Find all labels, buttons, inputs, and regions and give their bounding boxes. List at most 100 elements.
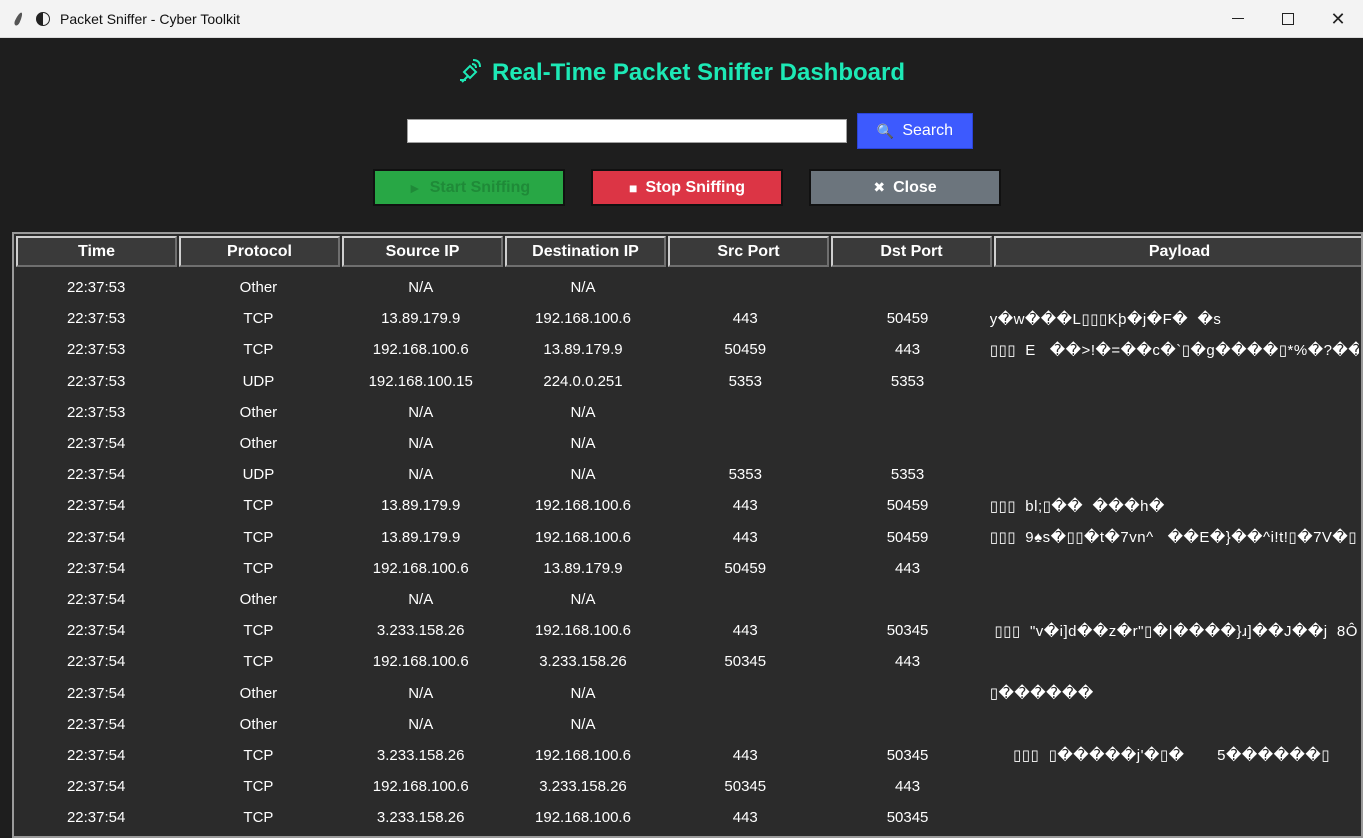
table-row[interactable]: 22:37:54 Other N/A N/A bbox=[16, 428, 1361, 459]
stop-sniffing-button[interactable]: ■ Stop Sniffing bbox=[591, 169, 783, 206]
cell-time: 22:37:54 bbox=[66, 778, 126, 796]
cell-src-port bbox=[665, 272, 825, 303]
table-row[interactable]: 22:37:54 TCP 192.168.100.6 3.233.158.26 5034… bbox=[16, 771, 1361, 802]
column-header-dst-port[interactable]: Dst Port bbox=[831, 236, 992, 267]
column-header-destination-ip[interactable]: Destination IP bbox=[505, 236, 666, 267]
app-shield-icon bbox=[36, 11, 50, 26]
maximize-button[interactable] bbox=[1263, 0, 1313, 37]
cell-source-ip: N/A bbox=[408, 403, 434, 421]
cell-destination-ip: N/A bbox=[570, 403, 596, 421]
cell-src-port: 50459 bbox=[724, 559, 767, 577]
window-title: Packet Sniffer - Cyber Toolkit bbox=[60, 10, 241, 27]
search-input[interactable] bbox=[407, 119, 847, 143]
cell-time: 22:37:54 bbox=[66, 466, 126, 484]
cell-dst-port: 50345 bbox=[886, 809, 929, 827]
cell-src-port bbox=[665, 428, 825, 459]
cell-dst-port bbox=[827, 397, 987, 428]
table-row[interactable]: 22:37:54 TCP 192.168.100.6 13.89.179.9 50459… bbox=[16, 553, 1361, 584]
cell-source-ip: 192.168.100.6 bbox=[372, 559, 469, 577]
packet-table[interactable]: Time Protocol Source IP Destination IP S… bbox=[12, 232, 1363, 838]
cell-dst-port bbox=[827, 709, 987, 740]
cell-dst-port: 443 bbox=[895, 653, 921, 671]
table-row[interactable]: 22:37:54 Other N/A N/A bbox=[16, 584, 1361, 615]
cell-dst-port: 50459 bbox=[886, 528, 929, 546]
table-row[interactable]: 22:37:54 Other N/A N/A bbox=[16, 709, 1361, 740]
payload-text: ▯▯▯ E ��>!�=��c�`▯�g����▯*%�?��9� bbox=[989, 341, 1360, 359]
start-sniffing-button[interactable]: ► Start Sniffing bbox=[373, 169, 565, 206]
cell-time: 22:37:53 bbox=[66, 279, 126, 297]
cell-destination-ip: N/A bbox=[570, 715, 596, 733]
column-header-protocol[interactable]: Protocol bbox=[179, 236, 340, 267]
cell-source-ip: 13.89.179.9 bbox=[381, 497, 461, 515]
table-row[interactable]: 22:37:54 TCP 13.89.179.9 192.168.100.6 443 50… bbox=[16, 490, 1361, 521]
cell-source-ip: N/A bbox=[408, 715, 434, 733]
table-row[interactable]: 22:37:54 TCP 192.168.100.6 3.233.158.26 5034… bbox=[16, 646, 1361, 677]
cell-dst-port: 443 bbox=[895, 341, 921, 359]
cell-dst-port: 50345 bbox=[886, 622, 929, 640]
cell-time: 22:37:53 bbox=[66, 310, 126, 328]
table-row[interactable]: 22:37:53 UDP 192.168.100.15 224.0.0.251 5353… bbox=[16, 366, 1361, 397]
cell-protocol: Other bbox=[239, 715, 278, 733]
table-row[interactable]: 22:37:53 Other N/A N/A bbox=[16, 272, 1361, 303]
table-row[interactable]: 22:37:54 TCP 3.233.158.26 192.168.100.6 443 5… bbox=[16, 740, 1361, 771]
table-row[interactable]: 22:37:54 Other N/A N/A ▯������ bbox=[16, 677, 1361, 708]
column-header-source-ip[interactable]: Source IP bbox=[342, 236, 503, 267]
cell-src-port: 443 bbox=[732, 497, 758, 515]
cell-src-port bbox=[665, 677, 825, 708]
cell-time: 22:37:53 bbox=[66, 372, 126, 390]
dashboard-title: Real-Time Packet Sniffer Dashboard bbox=[491, 59, 906, 86]
cell-dst-port: 50459 bbox=[886, 497, 929, 515]
cell-payload bbox=[990, 272, 1359, 303]
payload-text: ▯▯▯ bl;▯�� ���h� bbox=[989, 497, 1165, 515]
search-button[interactable]: 🔍 Search bbox=[857, 113, 973, 149]
cell-destination-ip: 192.168.100.6 bbox=[535, 310, 631, 328]
table-row[interactable]: 22:37:54 UDP N/A N/A 5353 5353 bbox=[16, 459, 1361, 490]
table-row[interactable]: 22:37:53 TCP 192.168.100.6 13.89.179.9 50459… bbox=[16, 334, 1361, 365]
cell-time: 22:37:54 bbox=[66, 622, 126, 640]
cell-destination-ip: 192.168.100.6 bbox=[535, 497, 631, 515]
cell-time: 22:37:54 bbox=[66, 715, 126, 733]
cell-time: 22:37:53 bbox=[66, 341, 126, 359]
cell-protocol: TCP bbox=[243, 778, 274, 796]
payload-text: ▯������ bbox=[989, 685, 1094, 703]
column-header-src-port[interactable]: Src Port bbox=[668, 236, 829, 267]
cell-source-ip: 3.233.158.26 bbox=[376, 622, 465, 640]
cell-destination-ip: 192.168.100.6 bbox=[535, 622, 631, 640]
close-button[interactable]: ✖ Close bbox=[809, 169, 1001, 206]
cell-time: 22:37:54 bbox=[66, 590, 126, 608]
cell-protocol: UDP bbox=[242, 372, 275, 390]
cell-protocol: TCP bbox=[243, 653, 274, 671]
cell-payload bbox=[990, 646, 1359, 677]
cell-payload bbox=[990, 397, 1359, 428]
feather-icon bbox=[12, 12, 26, 26]
cell-payload: ▯������ bbox=[990, 677, 1359, 708]
table-row[interactable]: 22:37:53 TCP 13.89.179.9 192.168.100.6 443 50… bbox=[16, 303, 1361, 334]
cell-time: 22:37:54 bbox=[66, 497, 126, 515]
cell-time: 22:37:53 bbox=[66, 403, 126, 421]
cell-src-port: 50345 bbox=[724, 778, 767, 796]
cell-source-ip: N/A bbox=[408, 435, 434, 453]
cell-source-ip: 192.168.100.6 bbox=[372, 778, 469, 796]
stop-sniffing-label: Stop Sniffing bbox=[645, 178, 745, 196]
table-row[interactable]: 22:37:53 Other N/A N/A bbox=[16, 397, 1361, 428]
column-header-payload[interactable]: Payload bbox=[994, 236, 1361, 267]
cell-payload bbox=[990, 428, 1359, 459]
cell-protocol: Other bbox=[239, 590, 278, 608]
minimize-icon bbox=[1232, 18, 1244, 19]
payload-text: ▯▯▯ "v�i]d��z�r"▯�|����}ɹ]��J��j 8Ô bbox=[989, 622, 1358, 640]
minimize-button[interactable] bbox=[1213, 0, 1263, 37]
column-header-time[interactable]: Time bbox=[16, 236, 177, 267]
cell-protocol: TCP bbox=[243, 559, 274, 577]
window-close-button[interactable]: ✕ bbox=[1313, 0, 1363, 37]
cell-source-ip: 13.89.179.9 bbox=[381, 528, 461, 546]
table-row[interactable]: 22:37:54 TCP 3.233.158.26 192.168.100.6 443 5… bbox=[16, 802, 1361, 833]
table-row[interactable]: 22:37:54 TCP 13.89.179.9 192.168.100.6 443 50… bbox=[16, 522, 1361, 553]
cell-source-ip: N/A bbox=[408, 590, 434, 608]
cell-time: 22:37:54 bbox=[66, 653, 126, 671]
cell-payload: ▯▯▯ bl;▯�� ���h� bbox=[990, 490, 1359, 521]
cell-destination-ip: 192.168.100.6 bbox=[535, 746, 631, 764]
table-row[interactable]: 22:37:54 TCP 3.233.158.26 192.168.100.6 443 5… bbox=[16, 615, 1361, 646]
start-sniffing-label: Start Sniffing bbox=[429, 178, 531, 196]
cell-destination-ip: 13.89.179.9 bbox=[543, 559, 623, 577]
cell-destination-ip: 3.233.158.26 bbox=[539, 653, 627, 671]
